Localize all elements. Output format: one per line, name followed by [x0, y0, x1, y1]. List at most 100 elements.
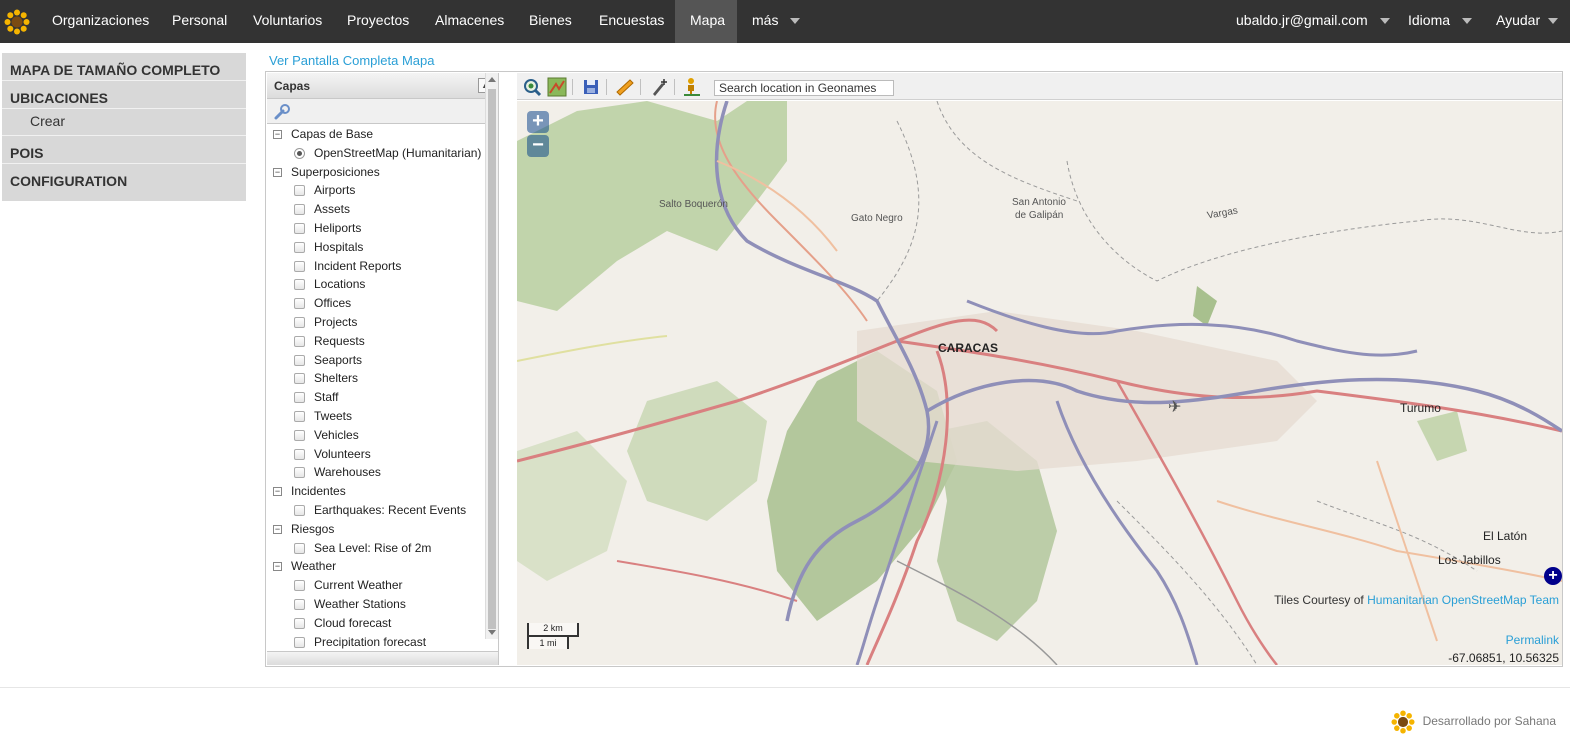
expand-overview-button[interactable]: + — [1544, 567, 1562, 585]
nav-language-menu[interactable]: Idioma — [1393, 0, 1487, 43]
layer-item[interactable]: Tweets — [267, 407, 498, 426]
layer-checkbox[interactable] — [294, 617, 305, 629]
layer-item[interactable]: Shelters — [267, 369, 498, 388]
layer-item[interactable]: Precipitation forecast — [267, 633, 498, 652]
layer-item[interactable]: Hospitals — [267, 238, 498, 257]
layer-checkbox[interactable] — [294, 467, 305, 479]
layer-item[interactable]: Incident Reports — [267, 257, 498, 276]
draw-pen-icon[interactable] — [650, 77, 670, 97]
zoom-in-button[interactable]: + — [527, 111, 549, 133]
side-item-pois[interactable]: POIS — [2, 136, 246, 164]
layer-checkbox[interactable] — [294, 298, 305, 310]
layer-checkbox[interactable] — [294, 448, 305, 460]
footer-text: Desarrollado por Sahana — [1422, 714, 1556, 729]
layer-item[interactable]: Locations — [267, 275, 498, 294]
layer-item[interactable]: Airports — [267, 181, 498, 200]
layer-checkbox[interactable] — [294, 598, 305, 610]
layer-checkbox[interactable] — [294, 241, 305, 253]
sahana-logo-icon[interactable] — [4, 9, 30, 35]
layer-group-weather[interactable]: − Weather — [267, 557, 498, 576]
streetview-person-icon[interactable] — [682, 77, 702, 97]
nav-encuestas[interactable]: Encuestas — [584, 0, 679, 43]
layer-item[interactable]: Heliports — [267, 219, 498, 238]
nav-mapa[interactable]: Mapa — [675, 0, 737, 43]
nav-personal[interactable]: Personal — [157, 0, 242, 43]
layer-item[interactable]: Projects — [267, 313, 498, 332]
layer-item[interactable]: Staff — [267, 388, 498, 407]
measure-ruler-icon[interactable] — [615, 77, 635, 97]
layer-item[interactable]: Vehicles — [267, 426, 498, 445]
layer-checkbox[interactable] — [294, 260, 305, 272]
collapse-icon[interactable]: − — [273, 487, 282, 497]
map-toolbar — [517, 73, 1562, 100]
layer-group-overlays[interactable]: − Superposiciones — [267, 163, 498, 182]
layer-checkbox[interactable] — [294, 316, 305, 328]
layer-checkbox[interactable] — [294, 580, 305, 592]
scroll-thumb[interactable] — [488, 89, 496, 629]
collapse-icon[interactable]: − — [273, 562, 282, 572]
layer-scrollbar[interactable] — [485, 73, 498, 639]
layer-radio[interactable] — [294, 147, 305, 159]
layer-item[interactable]: Sea Level: Rise of 2m — [267, 539, 498, 558]
nav-bienes[interactable]: Bienes — [514, 0, 587, 43]
collapse-icon[interactable]: − — [273, 167, 282, 177]
layer-checkbox[interactable] — [294, 542, 305, 554]
layer-label: Weather Stations — [314, 596, 406, 611]
nav-organizaciones[interactable]: Organizaciones — [37, 0, 164, 43]
layer-item[interactable]: Volunteers — [267, 445, 498, 464]
layer-checkbox[interactable] — [294, 279, 305, 291]
layer-checkbox[interactable] — [294, 504, 305, 516]
permalink-link[interactable]: Permalink — [1506, 633, 1559, 647]
layer-item[interactable]: Current Weather — [267, 576, 498, 595]
layer-group-incidents[interactable]: − Incidentes — [267, 482, 498, 501]
collapse-icon[interactable]: − — [273, 524, 282, 534]
wrench-icon[interactable] — [273, 103, 291, 121]
layer-item[interactable]: Weather Stations — [267, 595, 498, 614]
layer-checkbox[interactable] — [294, 429, 305, 441]
zoom-extent-icon[interactable] — [522, 77, 542, 97]
scroll-down-icon[interactable] — [488, 630, 496, 635]
sahana-logo-icon[interactable] — [1391, 710, 1415, 734]
layer-checkbox[interactable] — [294, 636, 305, 648]
layer-checkbox[interactable] — [294, 335, 305, 347]
attribution-link[interactable]: Humanitarian OpenStreetMap Team — [1367, 593, 1559, 607]
geonames-search-input[interactable] — [714, 80, 894, 96]
layer-group-risks[interactable]: − Riesgos — [267, 520, 498, 539]
layer-checkbox[interactable] — [294, 185, 305, 197]
layer-checkbox[interactable] — [294, 392, 305, 404]
layer-item[interactable]: Requests — [267, 332, 498, 351]
nav-user-menu[interactable]: ubaldo.jr@gmail.com — [1221, 0, 1405, 43]
layer-checkbox[interactable] — [294, 373, 305, 385]
layer-item[interactable]: Earthquakes: Recent Events — [267, 501, 498, 520]
zoom-out-button[interactable]: − — [527, 135, 549, 157]
pan-map-icon[interactable] — [547, 77, 567, 97]
layer-checkbox[interactable] — [294, 222, 305, 234]
layer-item[interactable]: Cloud forecast — [267, 614, 498, 633]
layer-checkbox[interactable] — [294, 410, 305, 422]
layer-item[interactable]: Assets — [267, 200, 498, 219]
footer-divider — [0, 687, 1570, 688]
layer-checkbox[interactable] — [294, 354, 305, 366]
side-item-full-map[interactable]: MAPA DE TAMAÑO COMPLETO — [2, 53, 246, 81]
layer-checkbox[interactable] — [294, 204, 305, 216]
fullscreen-map-link[interactable]: Ver Pantalla Completa Mapa — [269, 53, 434, 68]
layer-item[interactable]: Seaports — [267, 351, 498, 370]
layer-item[interactable]: Offices — [267, 294, 498, 313]
nav-proyectos[interactable]: Proyectos — [332, 0, 424, 43]
nav-help-menu[interactable]: Ayudar — [1481, 0, 1568, 43]
nav-almacenes[interactable]: Almacenes — [420, 0, 519, 43]
scroll-up-icon[interactable] — [488, 77, 496, 82]
layer-group-base[interactable]: − Capas de Base — [267, 125, 498, 144]
nav-voluntarios[interactable]: Voluntarios — [238, 0, 337, 43]
side-item-create[interactable]: Crear — [2, 109, 246, 136]
side-item-locations[interactable]: UBICACIONES — [2, 81, 246, 109]
legend-panel-header[interactable] — [267, 651, 498, 665]
collapse-icon[interactable]: − — [273, 130, 282, 139]
map-canvas[interactable]: + − Salto Boquerón Gato Negro San Antoni… — [517, 101, 1562, 665]
layer-item-osm-humanitarian[interactable]: OpenStreetMap (Humanitarian) — [267, 144, 498, 163]
side-item-configuration[interactable]: CONFIGURATION — [2, 164, 246, 192]
layer-panel: Capas ▲ −Capas de Base OpenStreetMap (Hu… — [267, 73, 499, 665]
save-icon[interactable] — [581, 77, 601, 97]
layer-item[interactable]: Warehouses — [267, 463, 498, 482]
nav-mas[interactable]: más — [737, 0, 815, 43]
